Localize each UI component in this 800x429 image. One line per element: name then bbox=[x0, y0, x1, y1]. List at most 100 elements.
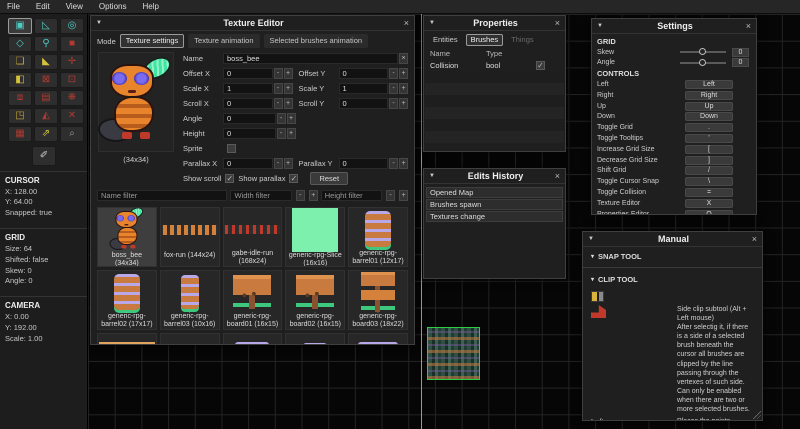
offset-x-input[interactable]: 0 bbox=[223, 68, 273, 79]
parallax-y-plus-button[interactable]: + bbox=[399, 158, 408, 169]
history-item[interactable]: Brushes spawn bbox=[426, 199, 563, 210]
texture-item-house[interactable] bbox=[97, 333, 157, 345]
angle-minus-button[interactable]: - bbox=[277, 113, 286, 124]
show-scroll-checkbox[interactable]: ✓ bbox=[225, 174, 234, 183]
scale-y-minus-button[interactable]: - bbox=[389, 83, 398, 94]
close-icon[interactable]: × bbox=[399, 18, 409, 28]
angle-slider[interactable] bbox=[680, 62, 726, 64]
wedge-clip-tool[interactable]: ◣ bbox=[34, 54, 58, 70]
clear-name-button[interactable]: × bbox=[399, 53, 408, 64]
snap-tool-section[interactable]: ▾ SNAP TOOL bbox=[583, 247, 762, 265]
height-plus-button[interactable]: + bbox=[287, 128, 296, 139]
keybind-button[interactable]: . bbox=[685, 123, 733, 132]
keybind-button[interactable]: Left bbox=[685, 80, 733, 89]
polygon-brush-tool[interactable]: ◇ bbox=[8, 36, 32, 52]
rotate-gear-tool[interactable]: ❋ bbox=[60, 90, 84, 106]
property-row-collision[interactable]: Collisionbool✓ bbox=[424, 59, 565, 71]
slider-knob[interactable] bbox=[699, 59, 706, 66]
name-input[interactable]: boss_bee bbox=[223, 53, 398, 64]
keybind-button[interactable]: ] bbox=[685, 156, 733, 165]
name-filter-input[interactable]: Name filter bbox=[97, 190, 227, 201]
width-filter-plus-button[interactable]: + bbox=[309, 190, 318, 201]
texture-item-strip-gabe[interactable]: gabe-idle-run (168x24) bbox=[223, 207, 283, 267]
magnifier-tool[interactable]: ⌕ bbox=[60, 126, 84, 142]
mode-tab-1[interactable]: Texture animation bbox=[188, 34, 259, 48]
texture-item-board[interactable]: generic-rpg-board01 (16x15) bbox=[223, 270, 283, 330]
texture-item-chest-small[interactable] bbox=[285, 333, 345, 345]
offset-y-minus-button[interactable]: - bbox=[389, 68, 398, 79]
delete-brush-tool[interactable]: ⊠ bbox=[34, 72, 58, 88]
keybind-button[interactable]: Up bbox=[685, 102, 733, 111]
menu-item-help[interactable]: Help bbox=[142, 2, 158, 11]
marker-tool[interactable]: ◳ bbox=[8, 108, 32, 124]
center-point-tool[interactable]: ⊡ bbox=[60, 72, 84, 88]
scale-x-input[interactable]: 1 bbox=[223, 83, 273, 94]
texture-item-board[interactable]: generic-rpg-board02 (16x15) bbox=[285, 270, 345, 330]
texture-item-strip-fox[interactable]: fox-run (144x24) bbox=[160, 207, 220, 267]
scroll-x-plus-button[interactable]: + bbox=[284, 98, 293, 109]
scale-x-plus-button[interactable]: + bbox=[284, 83, 293, 94]
properties-tab-brushes[interactable]: Brushes bbox=[466, 34, 504, 46]
scroll-x-minus-button[interactable]: - bbox=[274, 98, 283, 109]
parallax-y-minus-button[interactable]: - bbox=[389, 158, 398, 169]
height-filter-input[interactable]: Height filter bbox=[321, 190, 382, 201]
knife-tool[interactable]: ✐ bbox=[32, 146, 56, 166]
keybind-button[interactable]: = bbox=[685, 188, 733, 197]
collapse-icon[interactable]: ▼ bbox=[588, 236, 600, 242]
keybind-button[interactable]: X bbox=[685, 199, 733, 208]
show-parallax-checkbox[interactable]: ✓ bbox=[289, 174, 298, 183]
selected-map-brush[interactable] bbox=[427, 327, 480, 380]
texture-item-barrel[interactable]: generic-rpg-barrel01 (12x17) bbox=[348, 207, 408, 267]
texture-item-barrel[interactable]: generic-rpg-barrel02 (17x17) bbox=[97, 270, 157, 330]
keybind-button[interactable]: [ bbox=[685, 145, 733, 154]
collapse-icon[interactable]: ▼ bbox=[597, 23, 609, 29]
keybind-button[interactable]: Down bbox=[685, 112, 733, 121]
property-value-checkbox[interactable]: ✓ bbox=[536, 61, 545, 70]
texture-item-bridge[interactable] bbox=[160, 333, 220, 345]
parallax-x-plus-button[interactable]: + bbox=[284, 158, 293, 169]
scroll-y-plus-button[interactable]: + bbox=[399, 98, 408, 109]
keybind-button[interactable]: ' bbox=[685, 134, 733, 143]
close-icon[interactable]: × bbox=[550, 171, 560, 181]
axis-mirror-tool[interactable]: ✛ bbox=[60, 54, 84, 70]
keybind-button[interactable]: O bbox=[685, 210, 733, 215]
stamp-tool[interactable]: ▤ bbox=[34, 90, 58, 106]
rect-select-tool[interactable]: ▣ bbox=[8, 18, 32, 34]
texture-item-chest-wide[interactable] bbox=[348, 333, 408, 345]
entity-tool[interactable]: ⚲ bbox=[34, 36, 58, 52]
brush-fill-tool[interactable]: ■ bbox=[60, 36, 84, 52]
height-filter-plus-button[interactable]: + bbox=[399, 190, 408, 201]
scale-y-plus-button[interactable]: + bbox=[399, 83, 408, 94]
copy-brush-tool[interactable]: ❏ bbox=[8, 54, 32, 70]
panel-resize-handle[interactable] bbox=[753, 411, 761, 419]
width-filter-input[interactable]: Width filter bbox=[230, 190, 291, 201]
close-icon[interactable]: × bbox=[747, 234, 757, 244]
angle-plus-button[interactable]: + bbox=[287, 113, 296, 124]
texture-item-slice[interactable]: generic-rpg-Slice (16x16) bbox=[285, 207, 345, 267]
height-input[interactable]: 0 bbox=[223, 128, 276, 139]
properties-tab-entities[interactable]: Entities bbox=[428, 34, 463, 46]
texture-item-chest[interactable] bbox=[223, 333, 283, 345]
parallax-x-input[interactable]: 0 bbox=[223, 158, 273, 169]
history-item[interactable]: Opened Map bbox=[426, 187, 563, 198]
slider-knob[interactable] bbox=[699, 48, 706, 55]
path-arrows-tool[interactable]: ⇗ bbox=[34, 126, 58, 142]
fill-pattern-tool[interactable]: ▦ bbox=[8, 126, 32, 142]
clip-tool-section[interactable]: ▾ CLIP TOOL bbox=[583, 270, 762, 288]
scroll-y-minus-button[interactable]: - bbox=[389, 98, 398, 109]
offset-y-plus-button[interactable]: + bbox=[399, 68, 408, 79]
height-filter-minus-button[interactable]: - bbox=[386, 190, 395, 201]
cone-tool[interactable]: ◭ bbox=[34, 108, 58, 124]
scroll-x-input[interactable]: 0 bbox=[223, 98, 273, 109]
sprite-checkbox[interactable] bbox=[227, 144, 236, 153]
height-minus-button[interactable]: - bbox=[277, 128, 286, 139]
expand-select-tool[interactable]: ⧈ bbox=[8, 90, 32, 106]
keybind-button[interactable]: \ bbox=[685, 177, 733, 186]
skew-slider[interactable] bbox=[680, 51, 726, 53]
offset-y-input[interactable]: 0 bbox=[339, 68, 389, 79]
scatter-tool[interactable]: ✕ bbox=[60, 108, 84, 124]
menu-item-options[interactable]: Options bbox=[99, 2, 127, 11]
mode-tab-0[interactable]: Texture settings bbox=[120, 34, 185, 48]
parallax-y-input[interactable]: 0 bbox=[339, 158, 389, 169]
collapse-icon[interactable]: ▼ bbox=[429, 173, 441, 179]
